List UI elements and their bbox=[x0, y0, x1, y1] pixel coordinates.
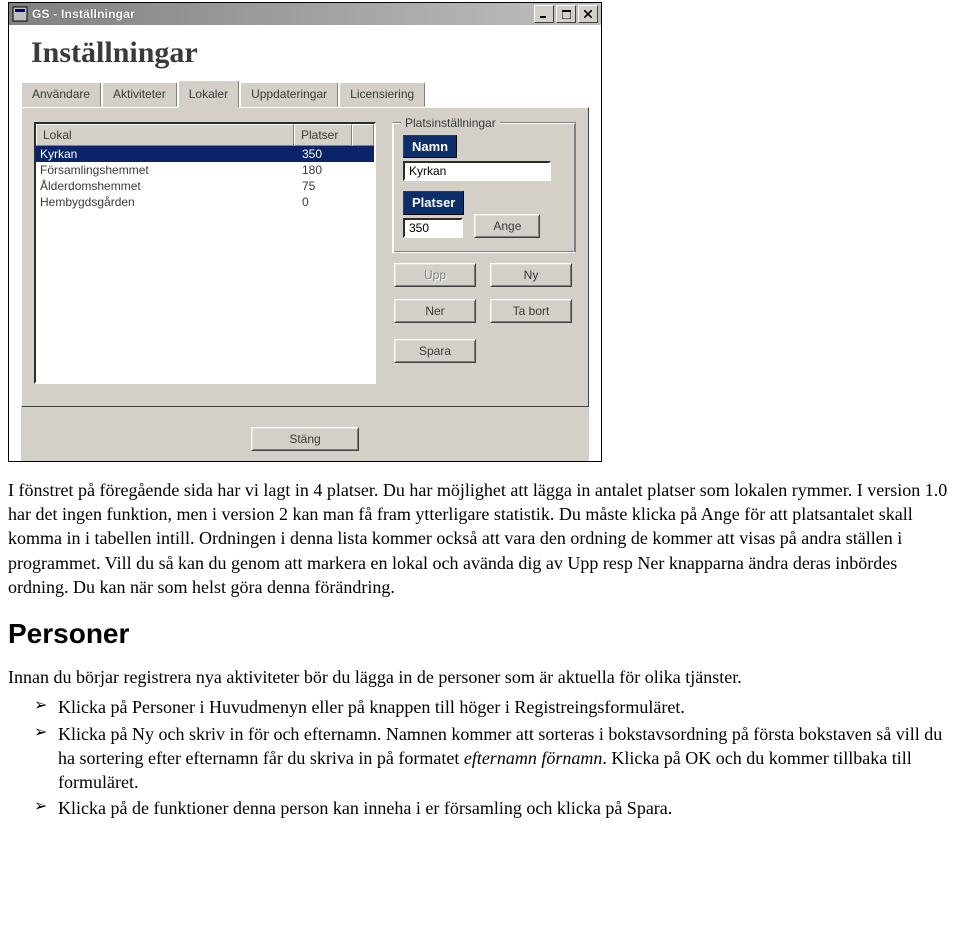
namn-input[interactable] bbox=[403, 161, 551, 181]
tab-pane-lokaler: Lokal Platser Kyrkan 350 Församlingshemm… bbox=[21, 107, 589, 407]
heading-personer: Personer bbox=[8, 615, 952, 653]
stang-button[interactable]: Stäng bbox=[251, 427, 359, 451]
cell-platser: 180 bbox=[298, 162, 360, 178]
tab-uppdateringar[interactable]: Uppdateringar bbox=[240, 82, 338, 107]
paragraph-personer-intro: Innan du börjar registrera nya aktivitet… bbox=[8, 665, 952, 689]
list-text: Klicka på de funktioner denna person kan… bbox=[58, 798, 672, 818]
platser-label: Platser bbox=[403, 191, 464, 215]
ange-button[interactable]: Ange bbox=[474, 214, 540, 238]
titlebar[interactable]: GS - Inställningar bbox=[9, 3, 601, 25]
tab-lokaler[interactable]: Lokaler bbox=[178, 80, 239, 108]
cell-lokal: Ålderdomshemmet bbox=[36, 178, 298, 194]
list-item: Klicka på Personer i Huvudmenyn eller på… bbox=[34, 695, 952, 719]
lokal-listbox[interactable]: Lokal Platser Kyrkan 350 Församlingshemm… bbox=[34, 122, 376, 384]
col-lokal[interactable]: Lokal bbox=[36, 124, 294, 146]
namn-label: Namn bbox=[403, 135, 457, 159]
upp-button[interactable]: Upp bbox=[394, 263, 476, 287]
tab-anvandare[interactable]: Användare bbox=[21, 82, 101, 107]
list-text: Klicka på Personer i Huvudmenyn eller på… bbox=[58, 697, 685, 717]
cell-platser: 75 bbox=[298, 178, 360, 194]
close-button[interactable] bbox=[578, 5, 598, 23]
list-row[interactable]: Ålderdomshemmet 75 bbox=[36, 178, 374, 194]
list-text-italic: efternamn förnamn bbox=[464, 748, 603, 768]
cell-platser: 0 bbox=[298, 194, 360, 210]
cell-lokal: Hembygdsgården bbox=[36, 194, 298, 210]
minimize-button[interactable] bbox=[534, 5, 554, 23]
paragraph-intro: I fönstret på föregående sida har vi lag… bbox=[8, 478, 952, 599]
list-row[interactable]: Hembygdsgården 0 bbox=[36, 194, 374, 210]
tab-strip: Användare Aktiviteter Lokaler Uppdaterin… bbox=[17, 80, 593, 107]
window-title: GS - Inställningar bbox=[32, 6, 534, 22]
page-title: Inställningar bbox=[17, 31, 593, 80]
cell-platser: 350 bbox=[298, 146, 360, 162]
settings-window: GS - Inställningar Inställningar Använda… bbox=[8, 2, 602, 462]
cell-lokal: Kyrkan bbox=[36, 146, 298, 162]
col-platser[interactable]: Platser bbox=[294, 124, 352, 146]
list-row[interactable]: Församlingshemmet 180 bbox=[36, 162, 374, 178]
cell-lokal: Församlingshemmet bbox=[36, 162, 298, 178]
tab-licensiering[interactable]: Licensiering bbox=[339, 82, 425, 107]
platser-input[interactable] bbox=[403, 218, 463, 238]
list-header: Lokal Platser bbox=[36, 124, 374, 146]
list-row[interactable]: Kyrkan 350 bbox=[36, 146, 374, 162]
bullet-list: Klicka på Personer i Huvudmenyn eller på… bbox=[8, 695, 952, 820]
list-item: Klicka på Ny och skriv in för och eftern… bbox=[34, 722, 952, 795]
spara-button[interactable]: Spara bbox=[394, 339, 476, 363]
platsinstallningar-group: Platsinställningar Namn Platser Ange bbox=[392, 122, 576, 253]
list-item: Klicka på de funktioner denna person kan… bbox=[34, 796, 952, 820]
ner-button[interactable]: Ner bbox=[394, 299, 476, 323]
tab-aktiviteter[interactable]: Aktiviteter bbox=[102, 82, 177, 107]
ny-button[interactable]: Ny bbox=[490, 263, 572, 287]
tabort-button[interactable]: Ta bort bbox=[490, 299, 572, 323]
col-spacer bbox=[352, 124, 374, 146]
app-icon bbox=[12, 6, 28, 22]
group-legend: Platsinställningar bbox=[401, 115, 500, 131]
maximize-button[interactable] bbox=[556, 5, 576, 23]
